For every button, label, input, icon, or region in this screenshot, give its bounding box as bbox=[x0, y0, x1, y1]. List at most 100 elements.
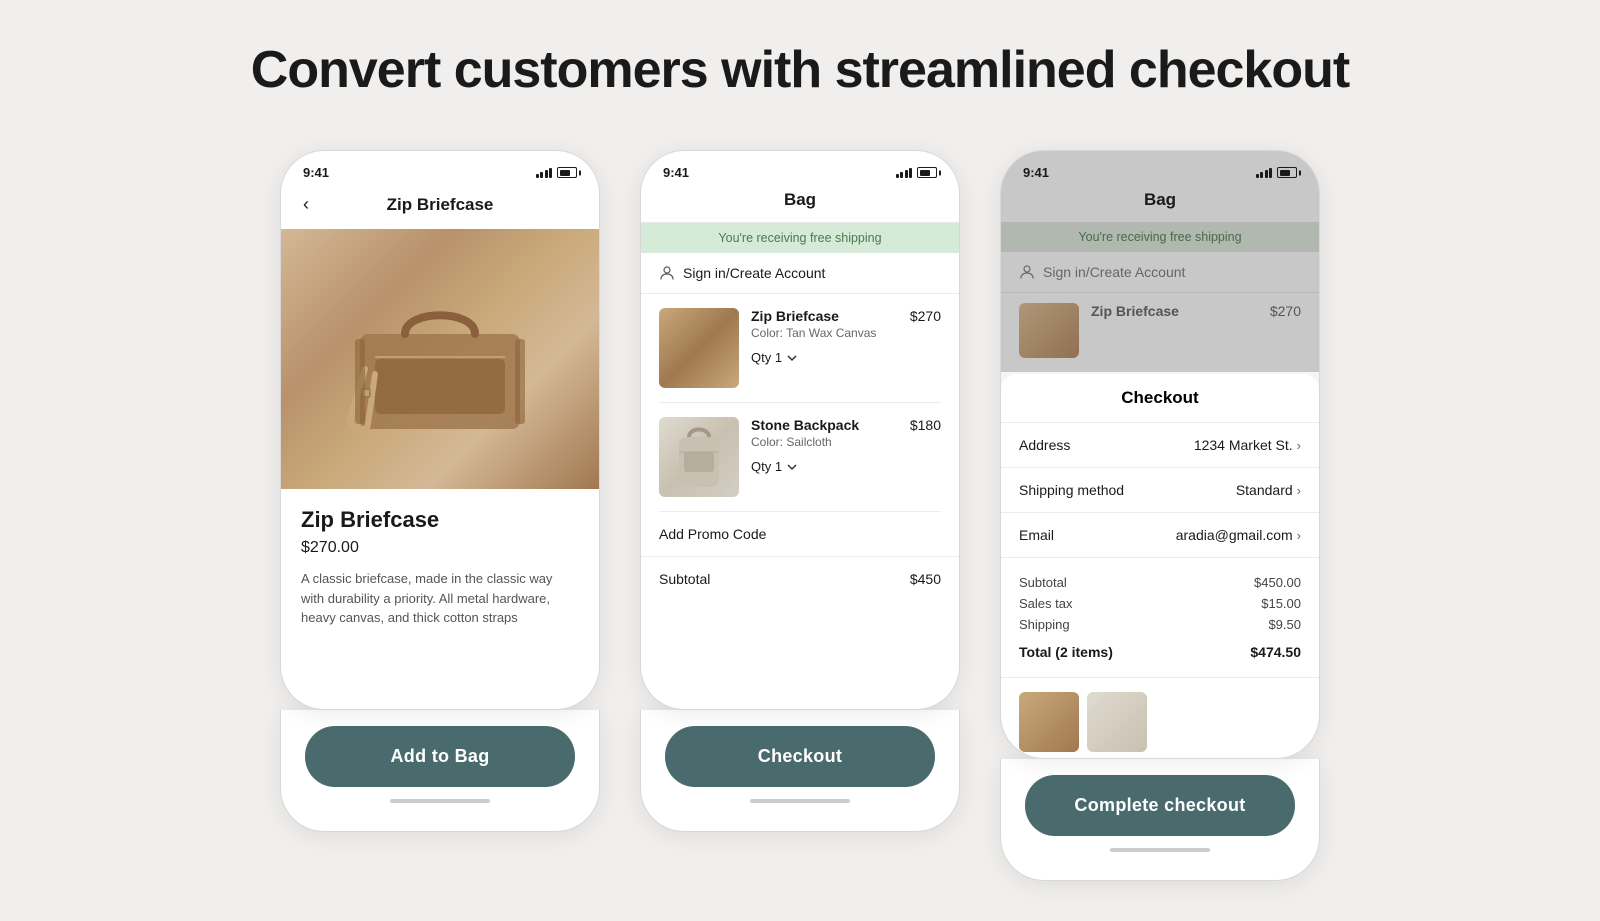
cart-item-1-qty[interactable]: Qty 1 bbox=[751, 350, 898, 365]
cart-item-1-color: Color: Tan Wax Canvas bbox=[751, 326, 898, 340]
phone2-battery bbox=[917, 167, 937, 178]
checkout-subtotal-label: Subtotal bbox=[1019, 575, 1067, 590]
briefcase-thumbnail bbox=[659, 308, 739, 388]
address-chevron-icon: › bbox=[1297, 438, 1301, 453]
address-value: 1234 Market St. › bbox=[1194, 437, 1301, 453]
cart-item-2-details: Stone Backpack Color: Sailcloth Qty 1 bbox=[751, 417, 898, 474]
phone3-battery bbox=[1277, 167, 1297, 178]
email-label: Email bbox=[1019, 527, 1054, 543]
add-to-bag-button[interactable]: Add to Bag bbox=[305, 726, 575, 787]
address-label: Address bbox=[1019, 437, 1070, 453]
backpack-svg bbox=[659, 417, 739, 497]
cart-item-2: Stone Backpack Color: Sailcloth Qty 1 $1… bbox=[659, 403, 941, 512]
phone3-item-name: Zip Briefcase bbox=[1091, 303, 1258, 319]
cart-item-2-qty[interactable]: Qty 1 bbox=[751, 459, 898, 474]
phone1-wrapper: 9:41 ‹ Zip Briefcase bbox=[280, 150, 600, 832]
checkout-email-row[interactable]: Email aradia@gmail.com › bbox=[1001, 513, 1319, 558]
phones-container: 9:41 ‹ Zip Briefcase bbox=[60, 150, 1540, 881]
phone3-bag-title: Bag bbox=[1144, 190, 1176, 209]
phone3-item-price: $270 bbox=[1270, 303, 1301, 319]
product-description: A classic briefcase, made in the classic… bbox=[301, 569, 579, 628]
phone3-free-shipping: You're receiving free shipping bbox=[1001, 222, 1319, 252]
complete-checkout-button[interactable]: Complete checkout bbox=[1025, 775, 1295, 836]
product-price: $270.00 bbox=[301, 539, 579, 557]
shipping-label: Shipping method bbox=[1019, 482, 1124, 498]
cart-item-1-name: Zip Briefcase bbox=[751, 308, 898, 324]
cart-item-2-price: $180 bbox=[910, 417, 941, 433]
checkout-shipping-row[interactable]: Shipping method Standard › bbox=[1001, 468, 1319, 513]
phone2-header: Bag bbox=[641, 186, 959, 223]
phone2-home-indicator bbox=[750, 799, 850, 803]
phone3-item-details: Zip Briefcase bbox=[1091, 303, 1258, 319]
phone2-free-shipping: You're receiving free shipping bbox=[641, 223, 959, 253]
total-value: $474.50 bbox=[1250, 644, 1301, 660]
phone1-battery bbox=[557, 167, 577, 178]
user-icon bbox=[659, 265, 675, 281]
subtotal-value: $450 bbox=[910, 571, 941, 587]
subtotal-total-row: Subtotal $450.00 bbox=[1019, 572, 1301, 593]
email-value: aradia@gmail.com › bbox=[1176, 527, 1301, 543]
checkout-modal: Checkout Address 1234 Market St. › Shipp… bbox=[1001, 374, 1319, 758]
promo-code-row[interactable]: Add Promo Code bbox=[641, 512, 959, 557]
checkout-thumbnails bbox=[1001, 678, 1319, 758]
qty-dropdown-icon bbox=[786, 352, 798, 364]
phone1-header: ‹ Zip Briefcase bbox=[281, 186, 599, 229]
cart-item-1-image bbox=[659, 308, 739, 388]
cart-item-1-details: Zip Briefcase Color: Tan Wax Canvas Qty … bbox=[751, 308, 898, 365]
phone3-bag-header: Bag bbox=[1001, 186, 1319, 222]
back-arrow-icon[interactable]: ‹ bbox=[299, 190, 313, 219]
backpack-thumbnail bbox=[659, 417, 739, 497]
phone3-top-area: 9:41 Bag bbox=[1001, 151, 1319, 372]
phone1-time: 9:41 bbox=[303, 165, 329, 180]
phone1-bottom: Add to Bag bbox=[280, 710, 600, 832]
phone2-bottom: Checkout bbox=[640, 710, 960, 832]
cart-item-1-price: $270 bbox=[910, 308, 941, 324]
phone1-frame: 9:41 ‹ Zip Briefcase bbox=[280, 150, 600, 710]
checkout-address-row[interactable]: Address 1234 Market St. › bbox=[1001, 423, 1319, 468]
page-title: Convert customers with streamlined check… bbox=[251, 40, 1349, 100]
thumbnail-1 bbox=[1019, 692, 1079, 752]
phone3-bottom: Complete checkout bbox=[1000, 759, 1320, 881]
phone3-wrapper: 9:41 Bag bbox=[1000, 150, 1320, 881]
sign-in-text: Sign in/Create Account bbox=[683, 265, 825, 281]
phone2-status-bar: 9:41 bbox=[641, 151, 959, 186]
phone3-frame: 9:41 Bag bbox=[1000, 150, 1320, 759]
phone3-signal bbox=[1256, 168, 1273, 178]
cart-item-2-image bbox=[659, 417, 739, 497]
phone2-header-title: Bag bbox=[784, 190, 816, 209]
email-chevron-icon: › bbox=[1297, 528, 1301, 543]
cart-item-1: Zip Briefcase Color: Tan Wax Canvas Qty … bbox=[659, 294, 941, 403]
cart-item-2-name: Stone Backpack bbox=[751, 417, 898, 433]
phone3-sign-in-text: Sign in/Create Account bbox=[1043, 264, 1185, 280]
phone2-sign-in[interactable]: Sign in/Create Account bbox=[641, 253, 959, 294]
checkout-button[interactable]: Checkout bbox=[665, 726, 935, 787]
subtotal-row: Subtotal $450 bbox=[641, 557, 959, 601]
product-image bbox=[281, 229, 599, 489]
thumbnail-2 bbox=[1087, 692, 1147, 752]
phone3-item-thumb bbox=[1019, 303, 1079, 358]
phone1-status-right bbox=[536, 167, 578, 178]
product-info: Zip Briefcase $270.00 A classic briefcas… bbox=[281, 489, 599, 646]
total-row: Total (2 items) $474.50 bbox=[1019, 641, 1301, 663]
tax-value: $15.00 bbox=[1261, 596, 1301, 611]
bag-illustration bbox=[340, 279, 540, 439]
shipping-chevron-icon: › bbox=[1297, 483, 1301, 498]
phone1-header-title: Zip Briefcase bbox=[387, 195, 494, 215]
product-name: Zip Briefcase bbox=[301, 507, 579, 533]
cart-item-2-color: Color: Sailcloth bbox=[751, 435, 898, 449]
phone2-status-right bbox=[896, 167, 938, 178]
phone1-signal bbox=[536, 168, 553, 178]
sales-tax-row: Sales tax $15.00 bbox=[1019, 593, 1301, 614]
user-icon-3 bbox=[1019, 264, 1035, 280]
total-label: Total (2 items) bbox=[1019, 644, 1113, 660]
phone3-status-right bbox=[1256, 167, 1298, 178]
shipping-value: Standard › bbox=[1236, 482, 1301, 498]
phone2-time: 9:41 bbox=[663, 165, 689, 180]
phone1-home-indicator bbox=[390, 799, 490, 803]
checkout-totals: Subtotal $450.00 Sales tax $15.00 Shippi… bbox=[1001, 558, 1319, 678]
subtotal-label: Subtotal bbox=[659, 571, 710, 587]
qty-dropdown-icon-2 bbox=[786, 461, 798, 473]
promo-label: Add Promo Code bbox=[659, 526, 766, 542]
shipping-cost-label: Shipping bbox=[1019, 617, 1070, 632]
phone3-home-indicator bbox=[1110, 848, 1210, 852]
